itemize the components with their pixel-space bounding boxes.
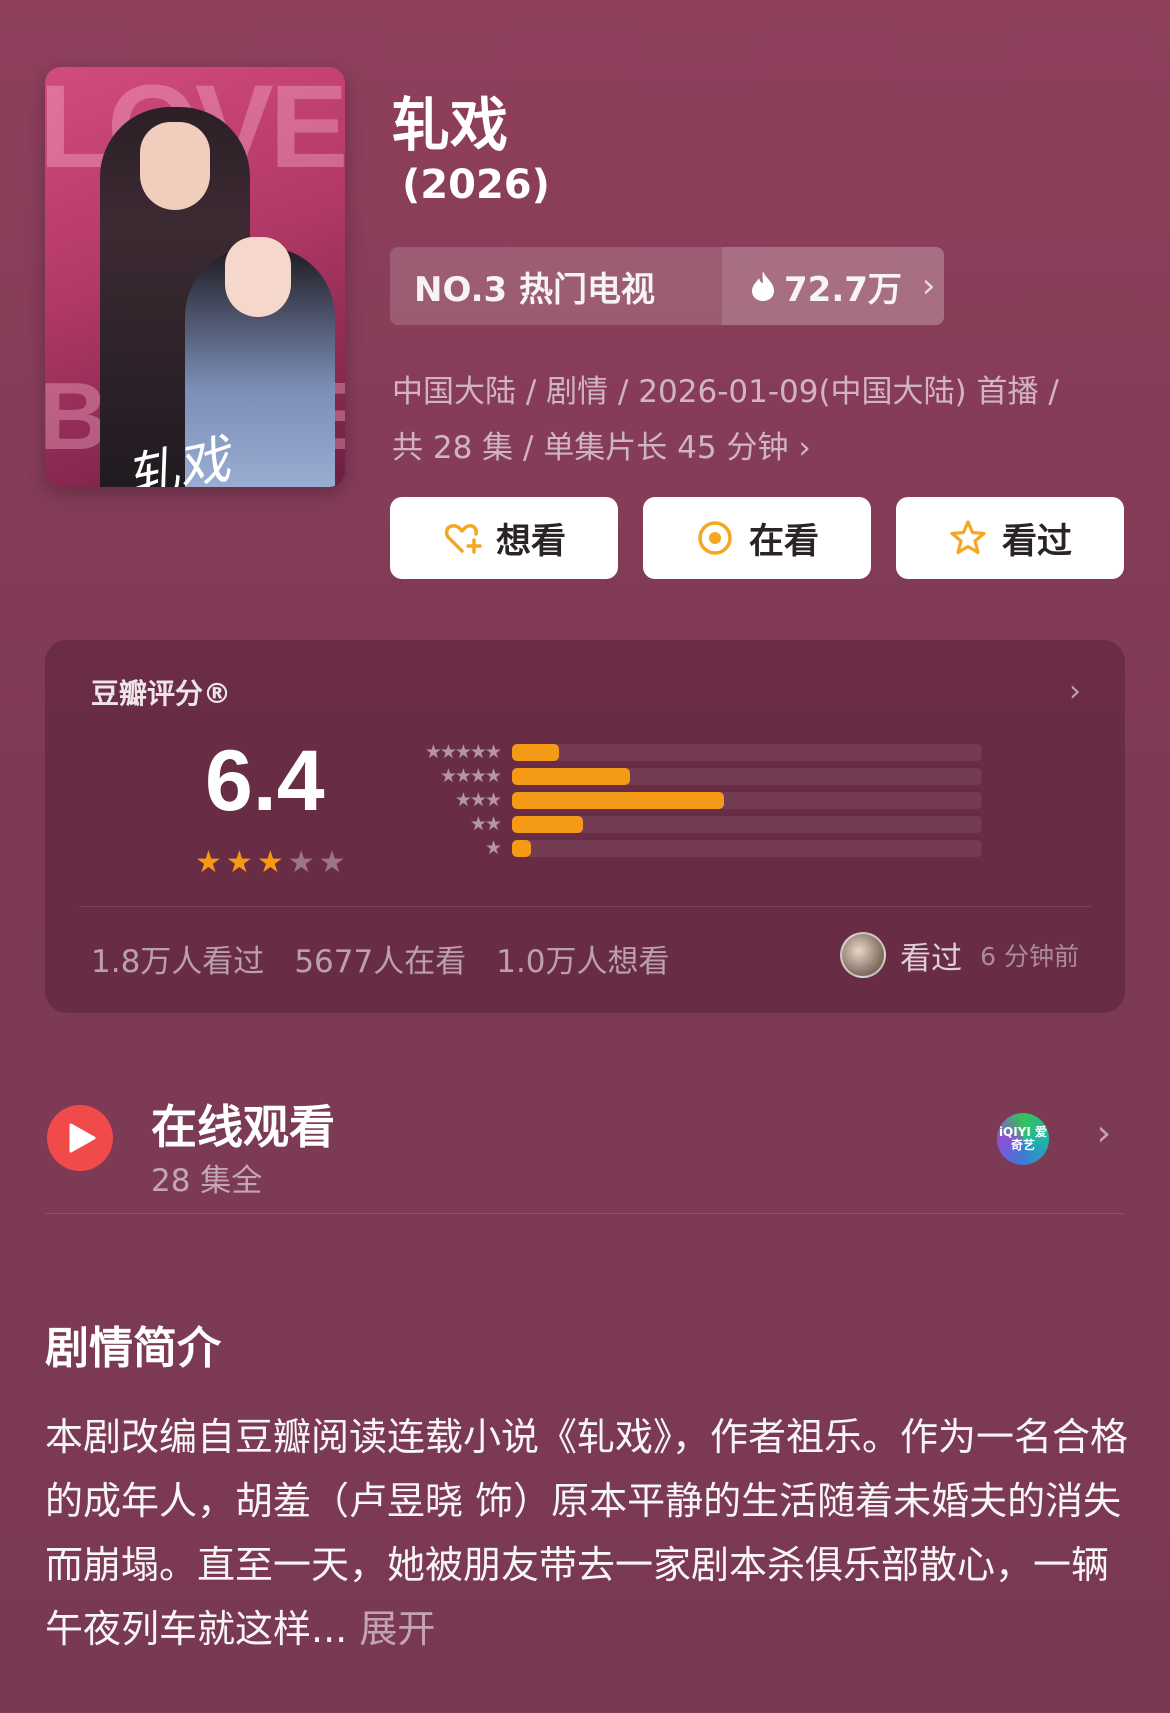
distribution-row: ★★ (385, 812, 982, 836)
play-icon[interactable] (47, 1105, 113, 1171)
distribution-bar (512, 743, 559, 761)
distribution-row: ★★★★★ (385, 740, 982, 764)
expand-link[interactable]: 展开 (359, 1607, 435, 1651)
meta-line: 共 28 集 / 单集片长 45 分钟 › (392, 420, 1112, 476)
distribution-bar (512, 791, 724, 809)
poster-image[interactable]: LOVE BETWEEN 轧戏 (45, 67, 345, 487)
meta-line: 中国大陆 / 剧情 / 2026-01-09(中国大陆) 首播 / (392, 374, 1059, 410)
rating-stats: 1.8万人看过 5677人在看 1.0万人想看 (91, 936, 670, 981)
chevron-right-icon: › (798, 430, 811, 466)
distribution-track (512, 767, 982, 785)
recent-time: 6 分钟前 (980, 942, 1079, 971)
target-icon (698, 521, 732, 555)
rating-score: 6.4 (205, 733, 325, 829)
rating-label: 豆瓣评分® (91, 677, 232, 710)
star-empty-icon: ★ (287, 845, 315, 880)
chevron-right-icon: › (921, 266, 936, 306)
flame-icon (752, 271, 774, 301)
star-filled-icon: ★ (256, 845, 284, 880)
star-empty-icon: ★ (318, 845, 346, 880)
watched-count: 1.8万人看过 (91, 944, 265, 980)
star-filled-icon: ★ (225, 845, 253, 880)
want-to-watch-label: 想看 (495, 521, 566, 562)
rating-distribution: ★★★★★ ★★★★ ★★★ ★★ ★ (385, 740, 982, 860)
watching-count: 5677人在看 (294, 944, 467, 980)
iqiyi-logo-icon[interactable]: iQIYI 爱奇艺 (997, 1113, 1049, 1165)
distribution-bar (512, 815, 583, 833)
want-count: 1.0万人想看 (496, 944, 670, 980)
watched-button[interactable]: 看过 (896, 497, 1124, 579)
distribution-track (512, 791, 982, 809)
chevron-right-icon[interactable]: › (1097, 1113, 1111, 1154)
watching-label: 在看 (748, 521, 819, 562)
divider (45, 1213, 1125, 1214)
divider (79, 906, 1091, 907)
recent-activity[interactable]: 看过 6 分钟前 (840, 932, 1079, 978)
distribution-row: ★ (385, 836, 982, 860)
synopsis-body: 本剧改编自豆瓣阅读连载小说《轧戏》，作者祖乐。作为一名合格的成年人，胡羞（卢昱晓… (45, 1415, 1129, 1651)
chevron-right-icon[interactable]: › (1069, 674, 1081, 709)
meta-info[interactable]: 中国大陆 / 剧情 / 2026-01-09(中国大陆) 首播 / 共 28 集… (392, 364, 1112, 476)
rating-stars: ★ ★ ★ ★ ★ (195, 845, 346, 880)
distribution-row: ★★★★ (385, 764, 982, 788)
ranking-badge[interactable]: NO.3 热门电视 72.7万 › (390, 247, 944, 325)
watched-label: 看过 (1001, 521, 1072, 562)
episode-count: 28 集全 (151, 1163, 263, 1199)
poster-figure (140, 122, 210, 210)
poster-figure (225, 237, 291, 317)
rating-card[interactable]: 豆瓣评分® › 6.4 ★ ★ ★ ★ ★ ★★★★★ ★★★★ ★★★ ★★ ★ 1.8万人看… (45, 640, 1125, 1013)
distribution-track (512, 839, 982, 857)
distribution-stars-label: ★★ (469, 813, 502, 835)
action-buttons: 想看 在看 看过 (390, 497, 1124, 579)
distribution-row: ★★★ (385, 788, 982, 812)
distribution-stars-label: ★★★★★ (424, 741, 502, 763)
heat-indicator[interactable]: 72.7万 › (722, 247, 944, 325)
distribution-track (512, 743, 982, 761)
avatar[interactable] (840, 932, 887, 978)
want-to-watch-button[interactable]: 想看 (390, 497, 618, 579)
heart-plus-icon (444, 524, 482, 554)
star-icon (950, 520, 986, 555)
watching-button[interactable]: 在看 (643, 497, 871, 579)
distribution-bar (512, 839, 531, 857)
meta-line-text: 共 28 集 / 单集片长 45 分钟 (392, 430, 789, 466)
distribution-stars-label: ★ (484, 837, 502, 859)
page-title: 轧戏 (392, 91, 509, 159)
distribution-stars-label: ★★★ (454, 789, 502, 811)
release-year: (2026) (402, 162, 550, 208)
distribution-track (512, 815, 982, 833)
heat-value: 72.7万 (784, 269, 902, 310)
distribution-bar (512, 767, 630, 785)
synopsis-title: 剧情简介 (45, 1323, 221, 1374)
distribution-stars-label: ★★★★ (439, 765, 502, 787)
recent-action: 看过 (900, 940, 963, 977)
rank-text: NO.3 热门电视 (414, 269, 656, 310)
synopsis-text: 本剧改编自豆瓣阅读连载小说《轧戏》，作者祖乐。作为一名合格的成年人，胡羞（卢昱晓… (45, 1405, 1130, 1661)
online-watch-title: 在线观看 (151, 1100, 335, 1154)
star-filled-icon: ★ (195, 845, 222, 880)
online-watch-row[interactable]: 在线观看 28 集全 iQIYI 爱奇艺 › (45, 1085, 1125, 1215)
